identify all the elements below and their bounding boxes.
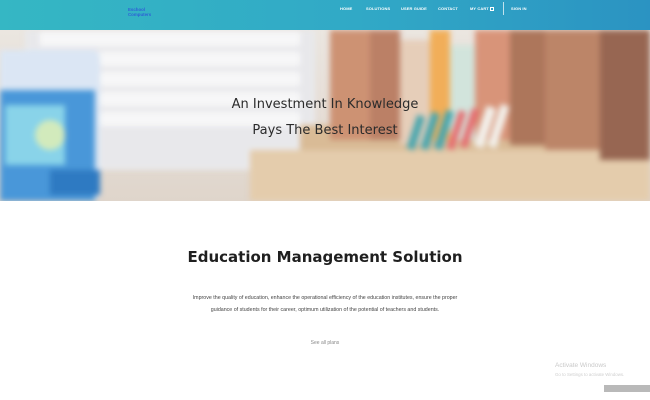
nav-my-cart-link[interactable]: MY CART [470, 6, 494, 11]
nav-home-link[interactable]: HOME [340, 6, 352, 11]
site-logo[interactable]: Eschool Computers [128, 7, 168, 17]
activate-windows-watermark: Activate Windows Go to Settings to activ… [555, 361, 624, 379]
nav-divider [503, 2, 504, 15]
nav-solutions-link[interactable]: SOLUTIONS [366, 6, 390, 11]
logo-line-2: Computers [128, 12, 152, 17]
top-navigation-bar: Eschool Computers HOME SOLUTIONS USER GU… [0, 0, 650, 30]
hero-title-line-2: Pays The Best Interest [252, 123, 398, 138]
nav-contact-link[interactable]: CONTACT [438, 6, 458, 11]
nav-sign-in-link[interactable]: SIGN IN [511, 6, 527, 11]
horizontal-scrollbar[interactable] [604, 385, 650, 392]
hero-title-line-1: An Investment In Knowledge [231, 97, 419, 112]
watermark-line-1: Activate Windows [555, 362, 607, 369]
watermark-line-2: Go to Settings to activate Windows. [555, 372, 625, 377]
cart-icon [489, 6, 494, 11]
hero-overlay [0, 30, 650, 201]
nav-user-guide-link[interactable]: USER GUIDE [401, 6, 427, 11]
section-description: Improve the quality of education, enhanc… [192, 295, 458, 313]
see-all-plans-link[interactable]: See all plans [0, 340, 650, 346]
section-title: Education Management Solution [187, 248, 463, 266]
nav-my-cart-label: MY CART [470, 6, 489, 11]
hero-banner: An Investment In Knowledge Pays The Best… [0, 30, 650, 201]
